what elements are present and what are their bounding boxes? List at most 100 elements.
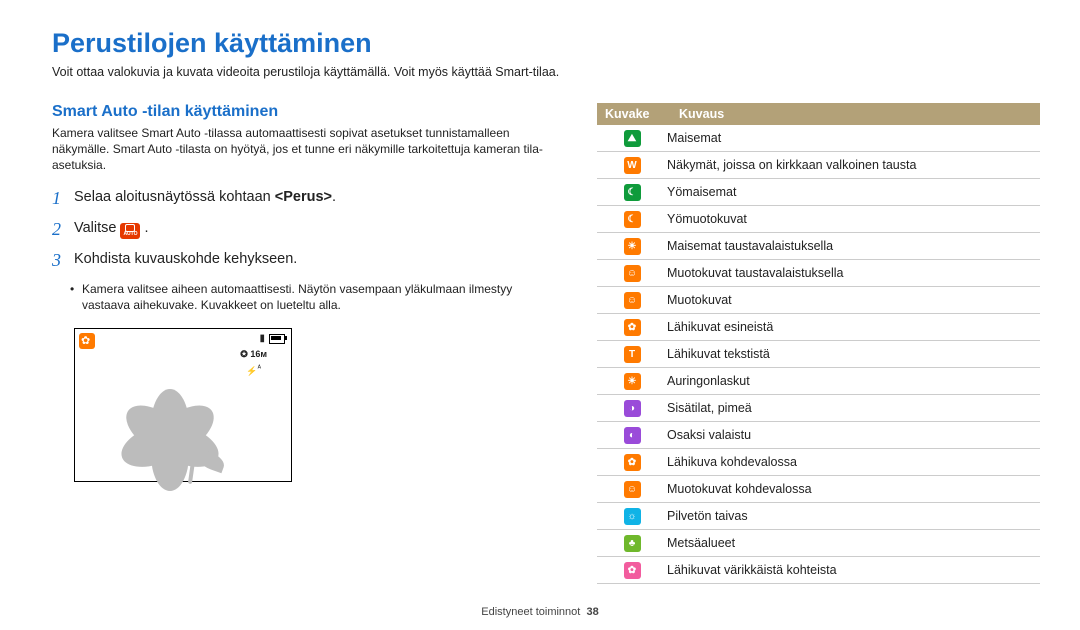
- icon-cell: ☾: [597, 184, 667, 201]
- scene-icon: T: [624, 346, 641, 363]
- status-icons: ▮: [259, 333, 285, 344]
- flash-auto-indicator: ⚡ᴬ: [246, 363, 261, 377]
- desc-cell: Lähikuva kohdevalossa: [667, 455, 797, 469]
- table-row: ◑ Sisätilat, pimeä: [597, 395, 1040, 422]
- icon-cell: ☺: [597, 265, 667, 282]
- step1-post: .: [332, 189, 336, 205]
- desc-cell: Näkymät, joissa on kirkkaan valkoinen ta…: [667, 158, 916, 172]
- desc-cell: Lähikuvat värikkäistä kohteista: [667, 563, 837, 577]
- table-row: ✿ Lähikuvat esineistä: [597, 314, 1040, 341]
- step-number: 1: [52, 188, 74, 209]
- section-subintro: Kamera valitsee Smart Auto -tilassa auto…: [52, 125, 557, 174]
- desc-cell: Sisätilat, pimeä: [667, 401, 752, 415]
- icon-cell: ☀: [597, 238, 667, 255]
- smart-auto-mode-icon: AUTO: [120, 223, 140, 239]
- icon-cell: ♣: [597, 535, 667, 552]
- scene-icon: ☀: [624, 238, 641, 255]
- icon-table-body: ⛰ Maisemat W Näkymät, joissa on kirkkaan va…: [597, 125, 1040, 584]
- table-row: ♣ Metsäalueet: [597, 530, 1040, 557]
- icon-cell: ✿: [597, 454, 667, 471]
- scene-icon: ☾: [624, 211, 641, 228]
- desc-cell: Yömaisemat: [667, 185, 736, 199]
- scene-icon: ✿: [624, 562, 641, 579]
- table-row: ☺ Muotokuvat taustavalaistuksella: [597, 260, 1040, 287]
- table-row: ☾ Yömuotokuvat: [597, 206, 1040, 233]
- step-number: 2: [52, 219, 74, 240]
- page-title: Perustilojen käyttäminen: [52, 28, 1040, 59]
- icon-cell: ◐: [597, 427, 667, 444]
- icon-cell: ☾: [597, 211, 667, 228]
- desc-cell: Auringonlaskut: [667, 374, 750, 388]
- scene-icon: ☾: [624, 184, 641, 201]
- desc-cell: Lähikuvat tekstistä: [667, 347, 770, 361]
- icon-cell: ☺: [597, 481, 667, 498]
- table-row: T Lähikuvat tekstistä: [597, 341, 1040, 368]
- macro-scene-icon: [79, 333, 95, 349]
- left-column: Smart Auto -tilan käyttäminen Kamera val…: [52, 103, 557, 584]
- step-1: 1 Selaa aloitusnäytössä kohtaan <Perus>.: [52, 188, 557, 209]
- scene-icon: ☺: [624, 481, 641, 498]
- desc-cell: Osaksi valaistu: [667, 428, 751, 442]
- step-3: 3 Kohdista kuvauskohde kehykseen.: [52, 250, 557, 271]
- col-header-icon: Kuvake: [597, 107, 675, 121]
- table-row: ☼ Pilvetön taivas: [597, 503, 1040, 530]
- scene-icon: ☼: [624, 508, 641, 525]
- step-number: 3: [52, 250, 74, 271]
- sd-card-icon: ▮: [259, 333, 265, 344]
- scene-icon: ✿: [624, 319, 641, 336]
- desc-cell: Metsäalueet: [667, 536, 735, 550]
- icon-cell: T: [597, 346, 667, 363]
- scene-icon: ◐: [624, 427, 641, 444]
- footer-page: 38: [586, 606, 598, 618]
- right-column: Kuvake Kuvaus ⛰ Maisemat W Näkymät, joissa …: [597, 103, 1040, 584]
- icon-cell: ☀: [597, 373, 667, 390]
- section-heading: Smart Auto -tilan käyttäminen: [52, 103, 557, 121]
- table-header: Kuvake Kuvaus: [597, 103, 1040, 125]
- table-row: ☾ Yömaisemat: [597, 179, 1040, 206]
- desc-cell: Muotokuvat: [667, 293, 732, 307]
- scene-icon: ✿: [624, 454, 641, 471]
- table-row: ✿ Lähikuvat värikkäistä kohteista: [597, 557, 1040, 584]
- scene-icon: ☺: [624, 292, 641, 309]
- footer-section: Edistyneet toiminnot: [481, 606, 580, 618]
- desc-cell: Muotokuvat kohdevalossa: [667, 482, 812, 496]
- scene-icon: W: [624, 157, 641, 174]
- scene-icon: ☀: [624, 373, 641, 390]
- table-row: ✿ Lähikuva kohdevalossa: [597, 449, 1040, 476]
- desc-cell: Yömuotokuvat: [667, 212, 747, 226]
- scene-icon: ♣: [624, 535, 641, 552]
- table-row: ◐ Osaksi valaistu: [597, 422, 1040, 449]
- desc-cell: Pilvetön taivas: [667, 509, 748, 523]
- flower-illustration: [105, 361, 235, 476]
- icon-cell: ⛰: [597, 130, 667, 147]
- icon-cell: ✿: [597, 562, 667, 579]
- icon-cell: ☺: [597, 292, 667, 309]
- step-2: 2 Valitse AUTO .: [52, 219, 557, 240]
- camera-preview: ▮ ✪ 16м ⚡ᴬ: [74, 328, 292, 482]
- table-row: ☀ Maisemat taustavalaistuksella: [597, 233, 1040, 260]
- page-intro: Voit ottaa valokuvia ja kuvata videoita …: [52, 65, 1040, 79]
- desc-cell: Muotokuvat taustavalaistuksella: [667, 266, 843, 280]
- icon-cell: ◑: [597, 400, 667, 417]
- desc-cell: Maisemat: [667, 131, 721, 145]
- desc-cell: Lähikuvat esineistä: [667, 320, 773, 334]
- battery-icon: [269, 334, 285, 344]
- col-header-desc: Kuvaus: [675, 107, 724, 121]
- table-row: ⛰ Maisemat: [597, 125, 1040, 152]
- scene-icon: ⛰: [624, 130, 641, 147]
- step3-text: Kohdista kuvauskohde kehykseen.: [74, 250, 297, 269]
- table-row: W Näkymät, joissa on kirkkaan valkoinen t…: [597, 152, 1040, 179]
- desc-cell: Maisemat taustavalaistuksella: [667, 239, 833, 253]
- table-row: ☺ Muotokuvat: [597, 287, 1040, 314]
- step3-bullet: Kamera valitsee aiheen automaattisesti. …: [82, 281, 557, 315]
- step2-post: .: [145, 220, 149, 236]
- resolution-indicator: ✪ 16м: [240, 349, 267, 360]
- table-row: ☀ Auringonlaskut: [597, 368, 1040, 395]
- scene-icon: ☺: [624, 265, 641, 282]
- icon-cell: W: [597, 157, 667, 174]
- icon-cell: ☼: [597, 508, 667, 525]
- step1-strong: <Perus>: [275, 189, 332, 205]
- step2-pre: Valitse: [74, 220, 120, 236]
- scene-icon: ◑: [624, 400, 641, 417]
- step1-pre: Selaa aloitusnäytössä kohtaan: [74, 189, 275, 205]
